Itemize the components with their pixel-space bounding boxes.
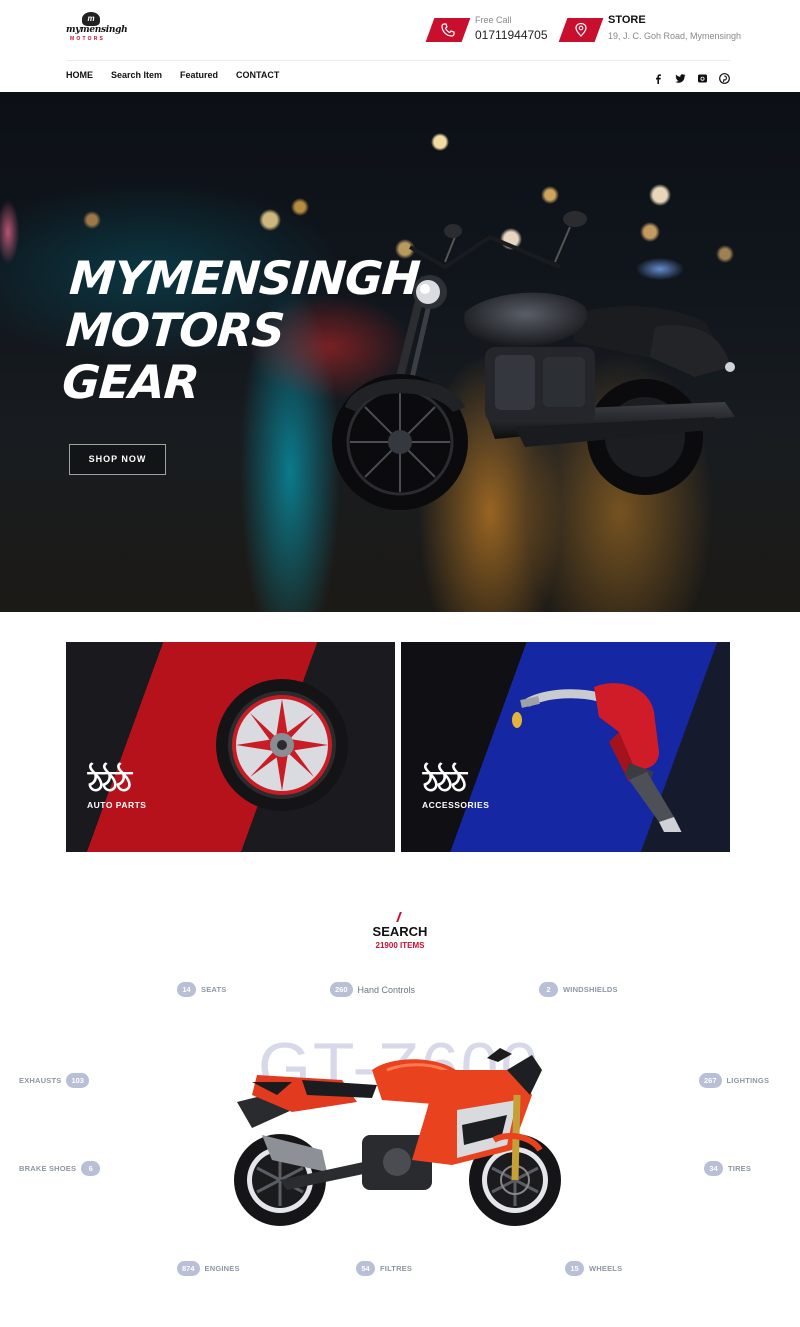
tag-label: EXHAUSTS bbox=[19, 1076, 62, 1085]
tag-label: LIGHTINGS bbox=[726, 1076, 770, 1085]
tag-label: SEATS bbox=[201, 985, 227, 994]
nav-divider bbox=[66, 60, 730, 61]
search-tag-lightings[interactable]: 267 LIGHTINGS bbox=[699, 1073, 769, 1088]
search-tag-windshields[interactable]: 2 WINDSHIELDS bbox=[539, 982, 618, 997]
logo-emblem: m bbox=[82, 12, 100, 26]
search-tag-brake-shoes[interactable]: BRAKE SHOES 6 bbox=[19, 1161, 101, 1176]
wheel-icon bbox=[216, 679, 348, 811]
category-label: ACCESSORIES bbox=[422, 800, 490, 810]
tag-label: WINDSHIELDS bbox=[563, 985, 618, 994]
search-tag-filtres[interactable]: 54 FILTRES bbox=[356, 1261, 412, 1276]
hero-banner: MYMENSINGH MOTORS GEAR SHOP NOW bbox=[0, 92, 800, 612]
tag-count: 15 bbox=[565, 1261, 584, 1276]
tag-count: 874 bbox=[177, 1261, 200, 1276]
category-accessories[interactable]: ঠঠঠ ACCESSORIES bbox=[401, 642, 730, 852]
nav-contact[interactable]: CONTACT bbox=[236, 70, 279, 84]
category-glyph: ঠঠঠ bbox=[88, 765, 132, 800]
tag-label: TIRES bbox=[728, 1164, 752, 1173]
store-label: STORE bbox=[608, 14, 646, 26]
category-glyph: ঠঠঠ bbox=[423, 765, 467, 800]
phone-icon bbox=[425, 18, 471, 42]
logo-subtext: MOTORS bbox=[70, 36, 106, 42]
nav-search-item[interactable]: Search Item bbox=[111, 70, 162, 84]
brand-logo[interactable]: m mymensingh MOTORS bbox=[66, 12, 128, 42]
twitter-icon[interactable] bbox=[675, 71, 686, 83]
search-tag-hand-controls[interactable]: 260 Hand Controls bbox=[330, 982, 415, 997]
search-tag-exhausts[interactable]: EXHAUSTS 103 bbox=[19, 1073, 89, 1088]
search-title: SEARCH bbox=[372, 924, 428, 939]
tag-count: 2 bbox=[539, 982, 558, 997]
fuel-nozzle-icon bbox=[512, 683, 682, 832]
cruiser-motorcycle-image bbox=[332, 211, 735, 510]
main-nav: HOME Search Item Featured CONTACT bbox=[66, 70, 279, 84]
search-tag-tires[interactable]: 34 TIRES bbox=[704, 1161, 751, 1176]
instagram-icon[interactable] bbox=[697, 71, 708, 83]
category-auto-parts[interactable]: ঠঠঠ AUTO PARTS bbox=[66, 642, 395, 852]
call-number[interactable]: 01711944705 bbox=[475, 28, 548, 42]
sport-motorcycle-image bbox=[234, 1048, 561, 1226]
store-address: 19, J. C. Goh Road, Mymensingh bbox=[608, 31, 742, 41]
tag-count: 14 bbox=[177, 982, 196, 997]
shop-now-button[interactable]: SHOP NOW bbox=[69, 444, 166, 475]
logo-wordmark: mymensingh bbox=[66, 25, 128, 35]
tag-count: 267 bbox=[699, 1073, 722, 1088]
call-label: Free Call bbox=[475, 15, 512, 25]
tag-label: WHEELS bbox=[589, 1264, 623, 1273]
pinterest-icon[interactable] bbox=[719, 71, 730, 84]
contact-store[interactable]: STORE 19, J. C. Goh Road, Mymensingh bbox=[558, 14, 743, 46]
tag-count: 54 bbox=[356, 1261, 375, 1276]
tag-count: 103 bbox=[66, 1073, 89, 1088]
tag-label: Hand Controls bbox=[357, 984, 416, 995]
nav-home[interactable]: HOME bbox=[66, 70, 93, 84]
search-tag-engines[interactable]: 874 ENGINES bbox=[177, 1261, 240, 1276]
search-tag-seats[interactable]: 14 SEATS bbox=[177, 982, 226, 997]
section-accent-mark bbox=[396, 912, 402, 922]
facebook-icon[interactable] bbox=[653, 71, 664, 84]
location-pin-icon bbox=[558, 18, 604, 42]
nav-featured[interactable]: Featured bbox=[180, 70, 218, 84]
contact-call[interactable]: Free Call 01711944705 bbox=[425, 14, 550, 46]
site-header: m mymensingh MOTORS Free Call 0171194470… bbox=[0, 0, 800, 60]
tag-count: 260 bbox=[330, 982, 353, 997]
tag-label: FILTRES bbox=[380, 1264, 413, 1273]
social-links bbox=[653, 71, 730, 84]
tag-label: BRAKE SHOES bbox=[19, 1164, 77, 1173]
search-tag-wheels[interactable]: 15 WHEELS bbox=[565, 1261, 622, 1276]
category-label: AUTO PARTS bbox=[87, 800, 147, 810]
tag-count: 6 bbox=[81, 1161, 101, 1176]
tag-count: 34 bbox=[704, 1161, 723, 1176]
search-item-count: 21900 ITEMS bbox=[375, 941, 425, 950]
tag-label: ENGINES bbox=[204, 1264, 240, 1273]
